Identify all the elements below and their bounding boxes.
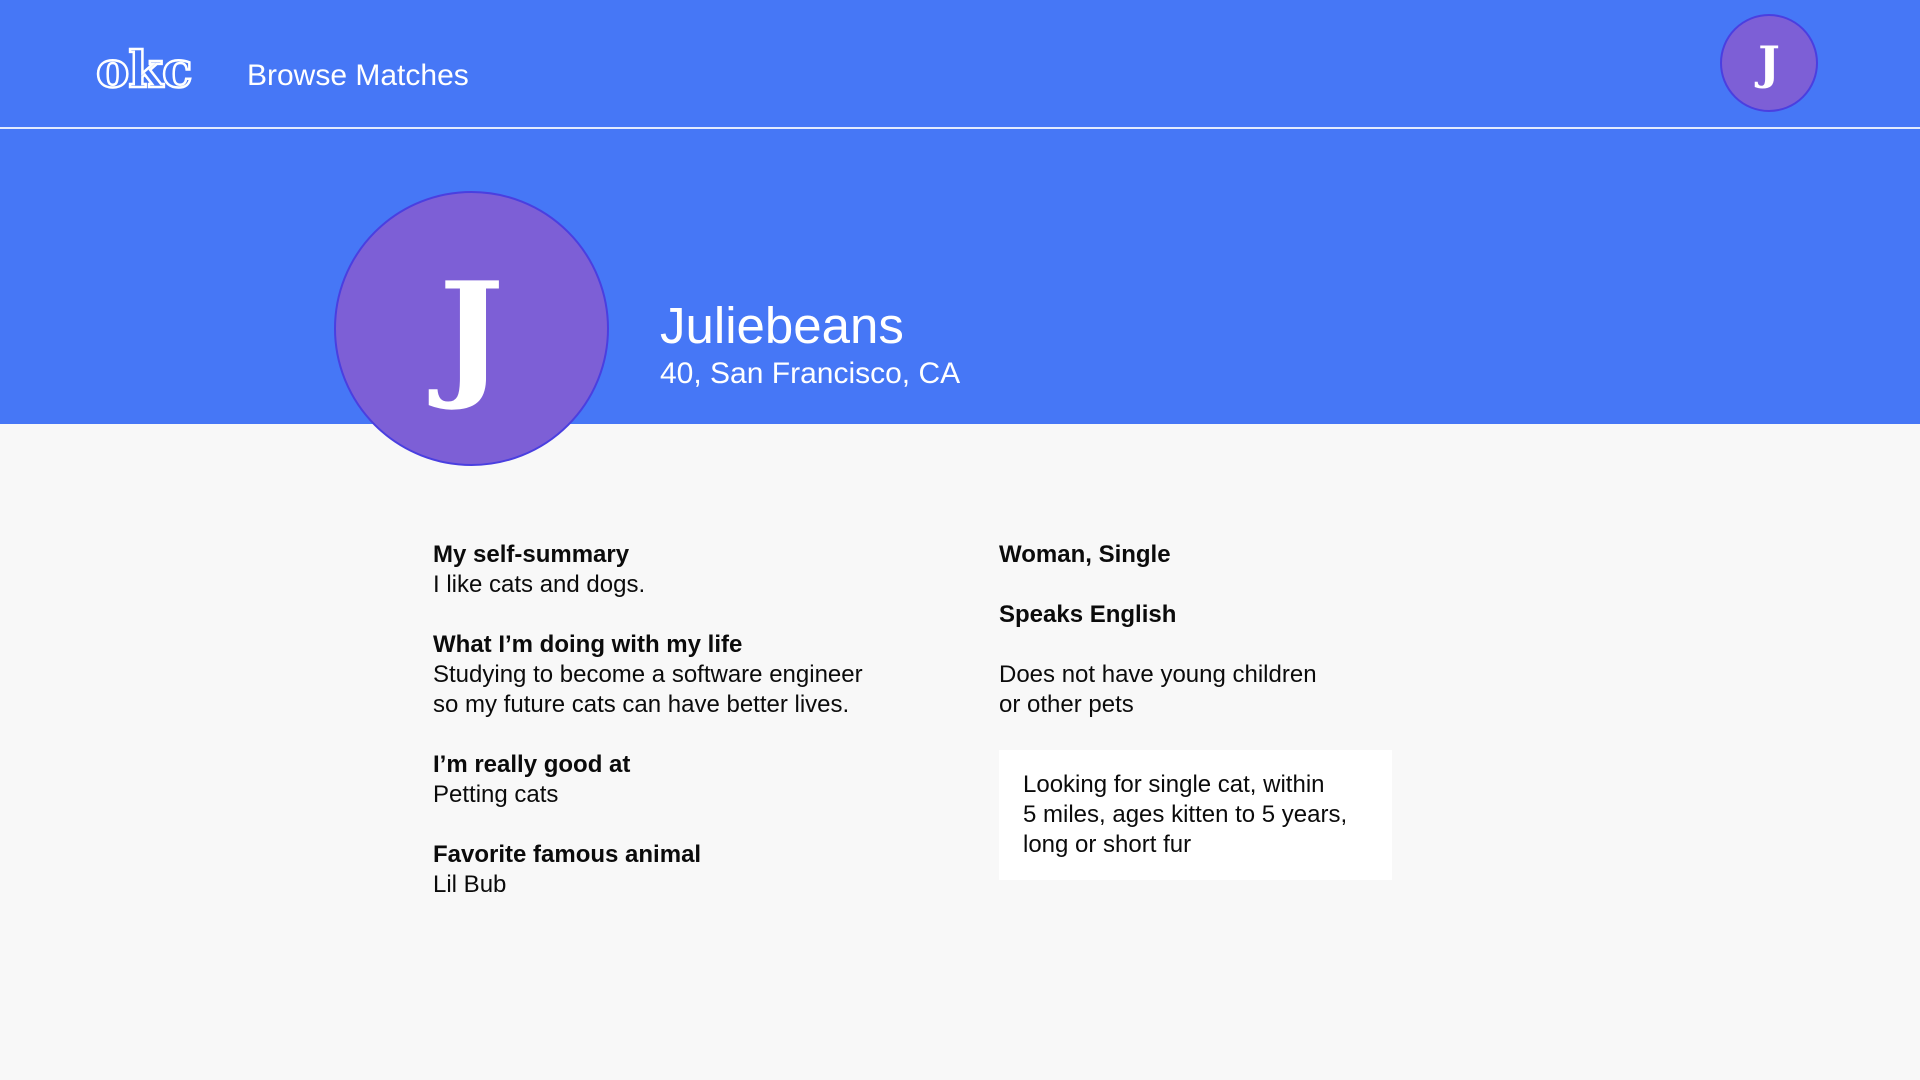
looking-for-box: Looking for single cat, within 5 miles, … bbox=[999, 750, 1392, 880]
profile-avatar: J bbox=[334, 191, 609, 466]
user-avatar-initial: J bbox=[1758, 36, 1780, 90]
essay-title: What I’m doing with my life bbox=[433, 631, 743, 658]
languages: Speaks English bbox=[999, 601, 1177, 628]
top-navbar: okc Browse Matches J bbox=[0, 0, 1920, 129]
okc-logo[interactable]: okc bbox=[95, 39, 194, 101]
gender-status: Woman, Single bbox=[999, 541, 1171, 568]
essay-body: Petting cats bbox=[433, 781, 559, 808]
essay-body: Lil Bub bbox=[433, 871, 507, 898]
essay-title: My self-summary bbox=[433, 541, 630, 568]
essay-body: I like cats and dogs. bbox=[433, 571, 646, 598]
essay-title: Favorite famous animal bbox=[433, 841, 702, 868]
essay-doing-with-life: What I’m doing with my life Studying to … bbox=[433, 630, 953, 720]
profile-page: okc Browse Matches J J Juliebeans 40, Sa… bbox=[0, 0, 1920, 1080]
children-pets: Does not have young children or other pe… bbox=[999, 661, 1317, 718]
essay-favorite-animal: Favorite famous animal Lil Bub bbox=[433, 840, 953, 900]
essay-body: Studying to become a software engineer s… bbox=[433, 661, 863, 718]
essays-column: My self-summary I like cats and dogs. Wh… bbox=[433, 540, 953, 930]
essay-self-summary: My self-summary I like cats and dogs. bbox=[433, 540, 953, 600]
essay-good-at: I’m really good at Petting cats bbox=[433, 750, 953, 810]
essay-title: I’m really good at bbox=[433, 751, 631, 778]
details-column: Woman, Single Speaks English Does not ha… bbox=[999, 540, 1399, 880]
profile-avatar-initial: J bbox=[438, 250, 505, 414]
profile-username: Juliebeans bbox=[660, 297, 904, 354]
user-avatar-button[interactable]: J bbox=[1720, 14, 1818, 112]
profile-age-location: 40, San Francisco, CA bbox=[660, 357, 961, 390]
browse-matches-link[interactable]: Browse Matches bbox=[247, 58, 469, 94]
